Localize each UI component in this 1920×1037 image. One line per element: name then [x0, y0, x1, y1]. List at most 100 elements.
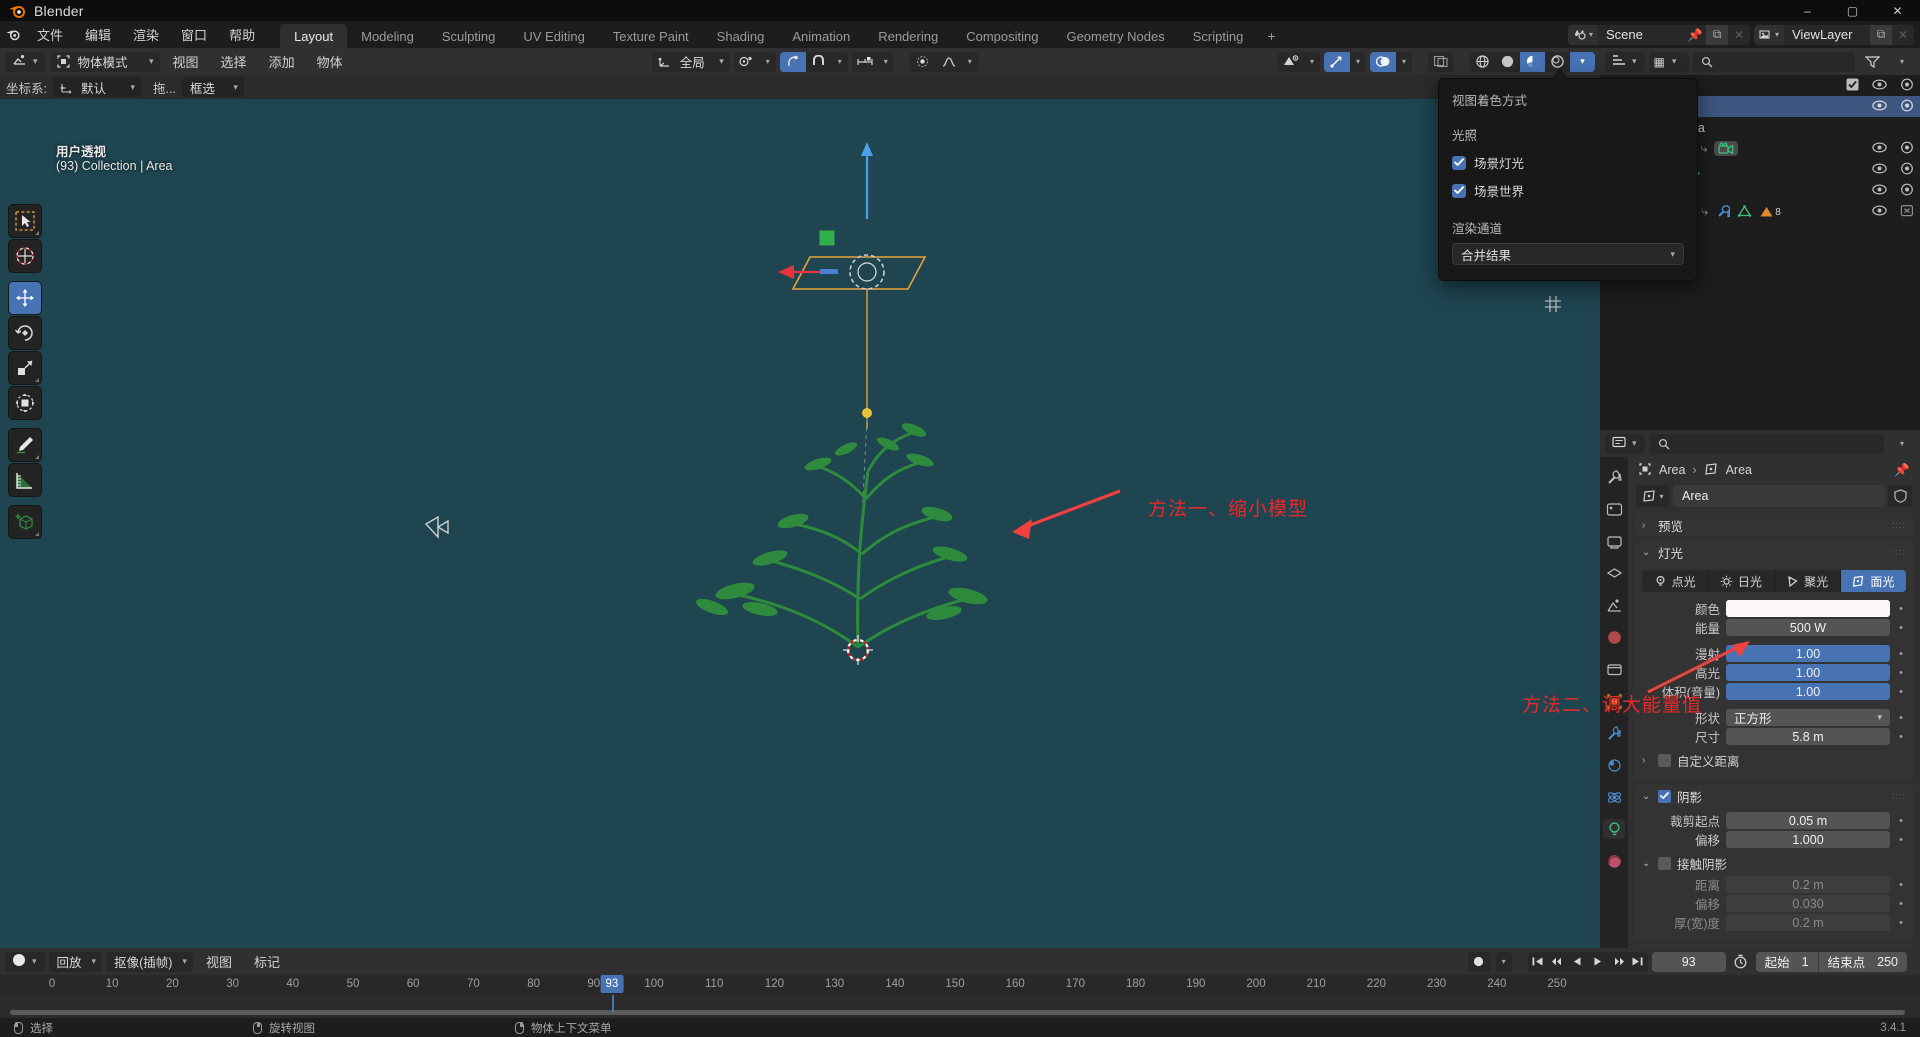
light-type-sun[interactable]: 日光: [1708, 570, 1775, 592]
timeline-track-area[interactable]: [0, 995, 1920, 1018]
coord-system-selector[interactable]: 默认 ▾: [52, 77, 141, 97]
camera-restrict-disabled-icon[interactable]: [1900, 204, 1914, 217]
measure-tool-button[interactable]: [8, 463, 42, 497]
timeline-menu-marker[interactable]: 标记: [245, 952, 289, 972]
tab-data-properties[interactable]: [1603, 819, 1625, 839]
animate-dot-icon[interactable]: •: [1896, 898, 1906, 910]
tab-world-properties[interactable]: [1603, 627, 1625, 647]
drag-action-selector[interactable]: 框选 ▾: [181, 77, 244, 97]
transform-orientation-selector[interactable]: 全局 ▾: [651, 51, 730, 72]
fake-user-shield-icon[interactable]: [1888, 485, 1912, 507]
scale-tool-button[interactable]: [8, 351, 42, 385]
preview-panel-header[interactable]: › 预览 ::::: [1634, 513, 1914, 537]
animate-dot-icon[interactable]: •: [1896, 622, 1906, 634]
animate-dot-icon[interactable]: •: [1896, 712, 1906, 724]
add-cube-tool-button[interactable]: [8, 505, 42, 539]
camera-data-icon[interactable]: [1713, 141, 1738, 156]
auto-keying-icon[interactable]: [1467, 951, 1490, 972]
light-power-value[interactable]: 500 W: [1726, 619, 1890, 636]
shading-popover-chevron-icon[interactable]: ▾: [1570, 51, 1595, 72]
eye-icon[interactable]: [1872, 184, 1887, 195]
light-specular-value[interactable]: 1.00: [1726, 664, 1890, 681]
pin-scene-icon[interactable]: 📌: [1684, 25, 1706, 45]
snap-increment-icon[interactable]: [852, 52, 878, 72]
tab-geometry-nodes[interactable]: Geometry Nodes: [1052, 24, 1178, 48]
light-data-name-field[interactable]: Area: [1673, 485, 1885, 507]
light-shape-selector[interactable]: 正方形 ▾: [1726, 709, 1890, 726]
outliner-filter-chevron-icon[interactable]: ▾: [1889, 52, 1915, 72]
tab-render-properties[interactable]: [1603, 499, 1625, 519]
checkbox-icon[interactable]: [1846, 78, 1859, 91]
xray-toggle-icon[interactable]: [1428, 51, 1454, 72]
timeline-ruler[interactable]: 0 10 20 30 40 50 60 70 80 90 100 110 120 130 140 150 160…: [0, 975, 1920, 995]
timeline-editor-type-selector[interactable]: ▾: [5, 951, 45, 972]
pivot-point-selector[interactable]: ▾: [733, 51, 776, 72]
tab-material-properties[interactable]: [1603, 851, 1625, 871]
viewport-menu-view[interactable]: 视图: [164, 52, 208, 72]
menu-window[interactable]: 窗口: [170, 25, 218, 45]
viewport-menu-object[interactable]: 物体: [308, 52, 352, 72]
light-diffuse-value[interactable]: 1.00: [1726, 645, 1890, 662]
properties-options-chevron-icon[interactable]: ▾: [1889, 434, 1915, 454]
contact-thickness-value[interactable]: 0.2 m: [1726, 914, 1890, 931]
tab-layout[interactable]: Layout: [280, 24, 348, 48]
add-workspace-button[interactable]: +: [1257, 24, 1285, 48]
snap-chevron-icon[interactable]: ▾: [832, 52, 848, 72]
tab-scripting[interactable]: Scripting: [1179, 24, 1258, 48]
custom-distance-checkbox[interactable]: [1658, 753, 1671, 767]
jump-to-end-button[interactable]: [1628, 952, 1648, 972]
animate-dot-icon[interactable]: •: [1896, 667, 1906, 679]
tab-modeling[interactable]: Modeling: [347, 24, 428, 48]
properties-editor-type-selector[interactable]: ▾: [1605, 433, 1645, 454]
maximize-button[interactable]: ▢: [1830, 0, 1875, 21]
shadow-clip-start-value[interactable]: 0.05 m: [1726, 812, 1890, 829]
animate-dot-icon[interactable]: •: [1896, 731, 1906, 743]
eye-icon[interactable]: [1872, 142, 1887, 153]
editor-type-selector[interactable]: ▾: [5, 51, 46, 72]
solid-shading-icon[interactable]: [1495, 52, 1520, 72]
custom-distance-row[interactable]: › 自定义距离: [1642, 750, 1906, 770]
end-frame-field[interactable]: 结束点 250: [1819, 952, 1907, 972]
gizmo-group[interactable]: ▾: [1324, 51, 1366, 72]
shading-mode-group[interactable]: ▾: [1470, 51, 1595, 72]
timeline-playhead-label[interactable]: 93: [600, 975, 624, 993]
scene-world-row[interactable]: 场景世界: [1452, 181, 1684, 200]
play-reverse-button[interactable]: [1568, 952, 1588, 972]
overlays-chevron-icon[interactable]: ▾: [1396, 52, 1412, 72]
tab-output-properties[interactable]: [1603, 531, 1625, 551]
blender-menu-icon[interactable]: [0, 21, 26, 48]
proportional-edit-icon[interactable]: [779, 51, 806, 72]
contact-shadow-row[interactable]: ⌄ 接触阴影: [1642, 853, 1906, 873]
animate-dot-icon[interactable]: •: [1896, 686, 1906, 698]
play-button[interactable]: [1588, 952, 1608, 972]
tab-animation[interactable]: Animation: [778, 24, 864, 48]
animate-dot-icon[interactable]: •: [1896, 603, 1906, 615]
menu-render[interactable]: 渲染: [122, 25, 170, 45]
tab-particle-properties[interactable]: [1603, 755, 1625, 775]
contact-distance-value[interactable]: 0.2 m: [1726, 876, 1890, 893]
animate-dot-icon[interactable]: •: [1896, 648, 1906, 660]
current-frame-field[interactable]: 93: [1651, 951, 1726, 972]
light-type-spot[interactable]: 聚光: [1775, 570, 1841, 592]
gizmo-chevron-icon[interactable]: ▾: [1350, 52, 1366, 72]
light-color-swatch[interactable]: [1726, 600, 1890, 617]
tab-scene-properties[interactable]: [1603, 595, 1625, 615]
viewlayer-name[interactable]: ViewLayer: [1784, 25, 1870, 45]
scene-icon[interactable]: ▾: [1568, 24, 1598, 45]
next-keyframe-button[interactable]: [1608, 952, 1628, 972]
viewport-menu-add[interactable]: 添加: [260, 52, 304, 72]
snap-target-chevron-icon[interactable]: ▾: [878, 52, 894, 72]
snapping-controls[interactable]: ▾: [779, 51, 848, 72]
close-button[interactable]: ✕: [1875, 0, 1920, 21]
shadow-bias-value[interactable]: 1.000: [1726, 831, 1890, 848]
animate-dot-icon[interactable]: •: [1896, 834, 1906, 846]
menu-help[interactable]: 帮助: [218, 25, 266, 45]
mesh-data-icon[interactable]: [1737, 205, 1752, 218]
auto-keying-chevron-icon[interactable]: ▾: [1495, 951, 1512, 972]
properties-search-input[interactable]: [1649, 433, 1884, 454]
visibility-group[interactable]: ▾: [1278, 51, 1320, 72]
start-frame-field[interactable]: 起始 1: [1756, 951, 1819, 972]
viewport-canvas[interactable]: 用户透视 (93) Collection | Area 方法一、缩小模型: [0, 99, 1600, 948]
outliner-filter-icon[interactable]: [1859, 52, 1885, 72]
snap-target-group[interactable]: ▾: [851, 51, 894, 72]
